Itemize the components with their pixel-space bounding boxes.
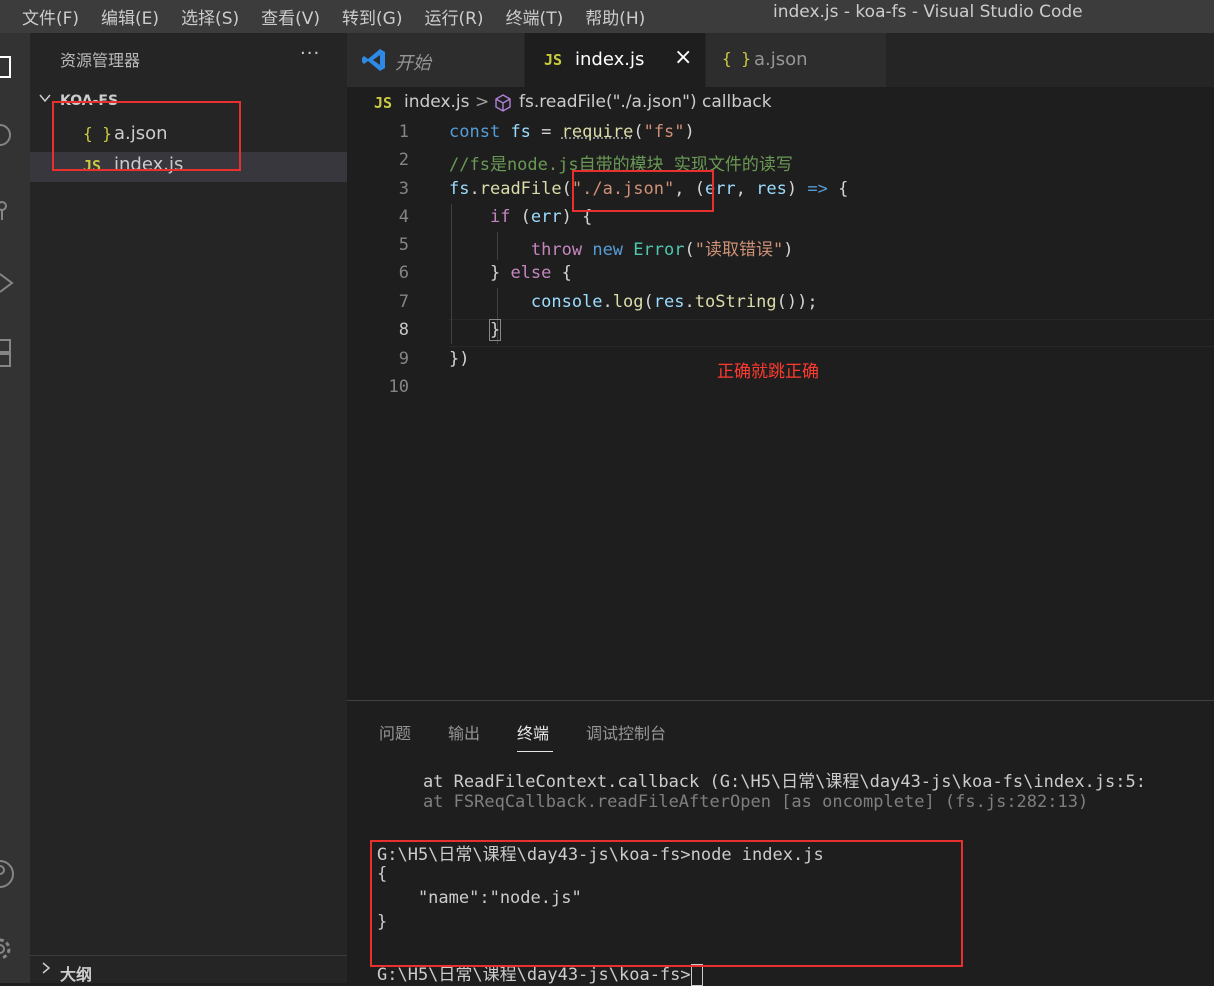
chevron-down-icon	[38, 91, 52, 109]
js-file-icon: JS	[544, 51, 563, 69]
line-number: 10	[388, 377, 409, 397]
highlight-box-path	[572, 170, 714, 212]
breadcrumb-symbol[interactable]: fs.readFile("./a.json") callback	[519, 92, 772, 112]
code-text: if (err) {	[489, 207, 593, 227]
tab-index-js[interactable]: JS index.js ×	[525, 33, 705, 87]
code-text: console.log(res.toString());	[530, 292, 818, 312]
code-editor[interactable]: 1 const fs = require("fs") 2 //fs是node.j…	[347, 119, 1214, 699]
run-debug-icon[interactable]	[0, 270, 14, 301]
highlight-box-output	[370, 840, 963, 967]
settings-gear-icon[interactable]	[0, 933, 14, 970]
account-icon[interactable]	[0, 858, 14, 895]
line-number: 6	[398, 263, 409, 283]
code-line: 2 //fs是node.js自带的模块 实现文件的读写	[347, 147, 1214, 175]
breadcrumb-separator: >	[475, 92, 490, 112]
title-bar: 文件(F) 编辑(E) 选择(S) 查看(V) 转到(G) 运行(R) 终端(T…	[0, 0, 1214, 33]
menu-bar: 文件(F) 编辑(E) 选择(S) 查看(V) 转到(G) 运行(R) 终端(T…	[0, 4, 667, 29]
active-tab-indicator	[517, 751, 553, 752]
tab-terminal[interactable]: 终端	[517, 720, 549, 744]
close-icon[interactable]: ×	[674, 45, 692, 70]
tab-debug-console[interactable]: 调试控制台	[586, 720, 666, 744]
editor-tabs: 开始 JS index.js × { } a.json	[347, 33, 1214, 87]
terminal-line: at ReadFileContext.callback (G:\H5\日常\课程…	[382, 772, 1146, 792]
highlight-box-a-json	[52, 101, 241, 171]
line-number: 1	[398, 122, 409, 142]
code-text: } else {	[489, 263, 572, 283]
tab-output[interactable]: 输出	[448, 720, 480, 744]
line-number: 7	[398, 292, 409, 312]
tab-label: index.js	[575, 49, 645, 70]
line-number: 5	[398, 235, 409, 255]
explorer-icon[interactable]	[0, 55, 14, 84]
code-line: 3 fs.readFile("./a.json", (err, res) => …	[347, 176, 1214, 204]
menu-terminal[interactable]: 终端(T)	[506, 4, 564, 29]
cube-icon	[494, 94, 512, 117]
line-number: 2	[398, 150, 409, 170]
chevron-right-icon	[40, 960, 52, 979]
outline-section[interactable]: 大纲	[30, 955, 347, 984]
code-line: 5 throw new Error("读取错误")	[347, 232, 1214, 260]
json-file-icon: { }	[722, 49, 751, 68]
line-number: 9	[398, 349, 409, 369]
breadcrumb-file[interactable]: index.js	[404, 92, 470, 112]
code-line: 6 } else {	[347, 260, 1214, 288]
menu-go[interactable]: 转到(G)	[342, 4, 402, 29]
outline-title: 大纲	[60, 965, 93, 984]
window-title: index.js - koa-fs - Visual Studio Code	[773, 2, 1083, 22]
code-line: 8 }	[347, 317, 1214, 345]
menu-file[interactable]: 文件(F)	[22, 4, 79, 29]
menu-run[interactable]: 运行(R)	[424, 4, 483, 29]
tab-welcome[interactable]: 开始	[347, 33, 524, 87]
extensions-icon[interactable]	[0, 338, 14, 375]
breadcrumb: JS index.js > fs.readFile("./a.json") ca…	[347, 87, 1214, 119]
terminal-prompt-text: G:\H5\日常\课程\day43-js\koa-fs>	[377, 965, 691, 985]
code-line: 7 console.log(res.toString());	[347, 289, 1214, 317]
vscode-logo-icon	[361, 47, 387, 78]
tab-label: 开始	[395, 53, 431, 74]
activity-bar	[0, 33, 30, 983]
search-icon[interactable]	[0, 123, 14, 154]
menu-help[interactable]: 帮助(H)	[585, 4, 645, 29]
line-number: 4	[398, 207, 409, 227]
code-text: }	[488, 319, 502, 341]
menu-selection[interactable]: 选择(S)	[181, 4, 239, 29]
code-text: })	[449, 349, 470, 369]
line-number: 8	[398, 320, 409, 340]
code-text: throw new Error("读取错误")	[530, 240, 794, 260]
tab-label: a.json	[754, 49, 808, 70]
menu-edit[interactable]: 编辑(E)	[101, 4, 159, 29]
menu-view[interactable]: 查看(V)	[261, 4, 320, 29]
code-line: 4 if (err) {	[347, 204, 1214, 232]
tab-problems[interactable]: 问题	[379, 720, 411, 744]
line-number: 3	[398, 179, 409, 199]
js-file-icon: JS	[374, 94, 393, 112]
explorer-sidebar: 资源管理器 ··· KOA-FS { } a.json JS index.js …	[30, 33, 347, 984]
source-control-icon[interactable]	[0, 198, 14, 229]
code-line: 1 const fs = require("fs")	[347, 119, 1214, 147]
explorer-title: 资源管理器	[60, 51, 141, 70]
terminal-line: at FSReqCallback.readFileAfterOpen [as o…	[382, 792, 1089, 812]
annotation-text: 正确就跳正确	[717, 362, 819, 382]
more-actions-icon[interactable]: ···	[300, 43, 320, 64]
code-text: const fs = require("fs")	[449, 122, 695, 142]
tab-a-json[interactable]: { } a.json	[706, 33, 886, 87]
